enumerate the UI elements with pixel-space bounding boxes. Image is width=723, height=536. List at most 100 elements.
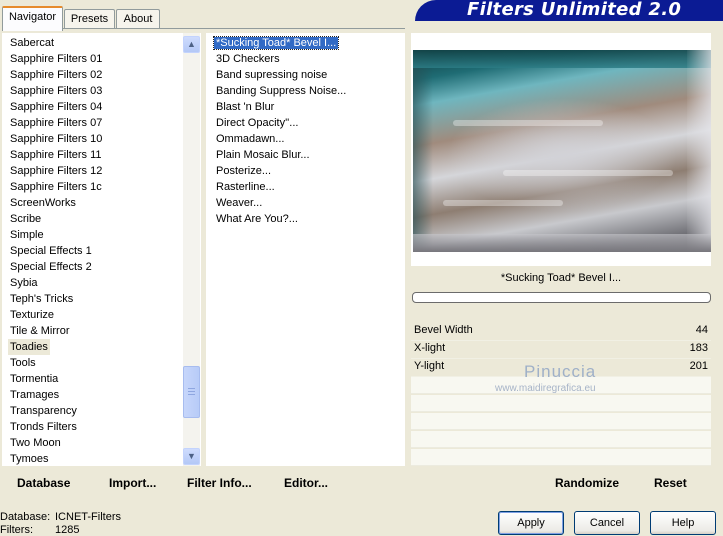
help-button[interactable]: Help bbox=[650, 511, 716, 535]
blur-streak bbox=[443, 200, 563, 206]
randomize-button[interactable]: Randomize bbox=[555, 475, 619, 491]
category-item[interactable]: Simple bbox=[10, 227, 102, 243]
scroll-thumb[interactable] bbox=[183, 366, 200, 418]
param-label: Bevel Width bbox=[414, 324, 473, 336]
filter-item-label: 3D Checkers bbox=[216, 53, 280, 65]
bevel-top bbox=[413, 50, 711, 68]
category-item[interactable]: Toadies bbox=[8, 339, 50, 355]
param-value: 44 bbox=[695, 324, 708, 336]
bevel-right bbox=[687, 50, 711, 252]
status-database-value: ICNET-Filters bbox=[55, 511, 121, 523]
category-item[interactable]: Sybia bbox=[10, 275, 102, 291]
category-item[interactable]: Sapphire Filters 02 bbox=[10, 67, 102, 83]
param-empty-row bbox=[411, 449, 711, 466]
bevel-bottom bbox=[413, 234, 711, 252]
watermark-name: Pinuccia bbox=[524, 362, 597, 381]
param-empty-row bbox=[411, 431, 711, 448]
category-list[interactable]: Sabercat Sapphire Filters 01 Sapphire Filt… bbox=[8, 35, 102, 467]
filter-item-label: Posterize... bbox=[216, 165, 272, 177]
category-item[interactable]: Two Moon bbox=[10, 435, 102, 451]
category-item[interactable]: Sapphire Filters 12 bbox=[10, 163, 102, 179]
category-item[interactable]: Sapphire Filters 04 bbox=[10, 99, 102, 115]
filter-item-label: What Are You?... bbox=[216, 213, 298, 225]
filter-item-label: Blast 'n Blur bbox=[216, 101, 275, 113]
tab-navigator[interactable]: Navigator bbox=[2, 6, 63, 31]
param-label: Y-light bbox=[414, 360, 445, 372]
category-item[interactable]: Sapphire Filters 07 bbox=[10, 115, 102, 131]
category-item[interactable]: Texturize bbox=[10, 307, 102, 323]
grip-line bbox=[188, 394, 195, 395]
filter-info-button[interactable]: Filter Info... bbox=[187, 475, 252, 491]
category-item[interactable]: Tramages bbox=[10, 387, 102, 403]
filter-item[interactable]: Band supressing noise bbox=[216, 67, 346, 83]
filter-item-label: Rasterline... bbox=[216, 181, 275, 193]
param-row[interactable]: X-light 183 bbox=[411, 341, 711, 359]
status-filters-value: 1285 bbox=[55, 524, 80, 536]
watermark-url: www.maidiregrafica.eu bbox=[495, 383, 596, 394]
category-item[interactable]: Tymoes bbox=[10, 451, 102, 467]
apply-button[interactable]: Apply bbox=[498, 511, 564, 535]
filter-item[interactable]: Blast 'n Blur bbox=[216, 99, 346, 115]
database-button[interactable]: Database bbox=[17, 475, 70, 491]
scroll-down-button[interactable]: ▼ bbox=[183, 448, 200, 465]
category-item[interactable]: Sapphire Filters 03 bbox=[10, 83, 102, 99]
filter-item-label: Direct Opacity''... bbox=[216, 117, 299, 129]
category-item[interactable]: Sapphire Filters 1c bbox=[10, 179, 102, 195]
filter-item-label: Band supressing noise bbox=[216, 69, 328, 81]
reset-button[interactable]: Reset bbox=[654, 475, 687, 491]
category-item[interactable]: Special Effects 2 bbox=[10, 259, 102, 275]
bevel-left bbox=[413, 50, 433, 252]
filter-item[interactable]: Ommadawn... bbox=[216, 131, 346, 147]
category-item[interactable]: Special Effects 1 bbox=[10, 243, 102, 259]
cancel-button[interactable]: Cancel bbox=[574, 511, 640, 535]
grip-line bbox=[188, 391, 195, 392]
scroll-up-button[interactable]: ▲ bbox=[183, 36, 200, 53]
category-item[interactable]: Sapphire Filters 11 bbox=[10, 147, 102, 163]
category-item[interactable]: Tronds Filters bbox=[10, 419, 102, 435]
filter-item-label: Weaver... bbox=[216, 197, 263, 209]
category-item[interactable]: Transparency bbox=[10, 403, 102, 419]
filter-item-label: Banding Suppress Noise... bbox=[216, 85, 347, 97]
filter-item[interactable]: *Sucking Toad* Bevel I... bbox=[212, 35, 346, 51]
filter-item[interactable]: Banding Suppress Noise... bbox=[216, 83, 346, 99]
param-value: 201 bbox=[689, 360, 708, 372]
category-item[interactable]: Sapphire Filters 10 bbox=[10, 131, 102, 147]
preview-image bbox=[413, 50, 711, 252]
filter-item-label: *Sucking Toad* Bevel I... bbox=[212, 36, 340, 50]
param-value: 183 bbox=[689, 342, 708, 354]
category-item[interactable]: Tormentia bbox=[10, 371, 102, 387]
category-item[interactable]: Tile & Mirror bbox=[10, 323, 102, 339]
param-empty-row bbox=[411, 395, 711, 412]
filter-list[interactable]: *Sucking Toad* Bevel I... 3D Checkers Band… bbox=[212, 35, 346, 227]
grip-line bbox=[188, 388, 195, 389]
tab-about[interactable]: About bbox=[116, 9, 160, 29]
category-item[interactable]: Scribe bbox=[10, 211, 102, 227]
blur-streak bbox=[453, 120, 603, 126]
param-empty-row bbox=[411, 413, 711, 430]
category-item[interactable]: ScreenWorks bbox=[10, 195, 102, 211]
preview-filter-title: *Sucking Toad* Bevel I... bbox=[500, 272, 622, 284]
editor-button[interactable]: Editor... bbox=[284, 475, 328, 491]
filter-item-label: Ommadawn... bbox=[216, 133, 285, 145]
filter-item[interactable]: Weaver... bbox=[216, 195, 346, 211]
param-row[interactable]: Bevel Width 44 bbox=[411, 323, 711, 341]
category-item[interactable]: Sabercat bbox=[10, 35, 102, 51]
progress-bar bbox=[412, 292, 711, 303]
filter-item[interactable]: 3D Checkers bbox=[216, 51, 346, 67]
filter-item[interactable]: Posterize... bbox=[216, 163, 346, 179]
status-filters-label: Filters: bbox=[0, 524, 33, 536]
blur-streak bbox=[503, 170, 673, 176]
filter-item[interactable]: Plain Mosaic Blur... bbox=[216, 147, 346, 163]
import-button[interactable]: Import... bbox=[109, 475, 156, 491]
category-item[interactable]: Tools bbox=[10, 355, 102, 371]
filter-item[interactable]: Rasterline... bbox=[216, 179, 346, 195]
app-title: Filters Unlimited 2.0 bbox=[467, 0, 682, 20]
category-item[interactable]: Sapphire Filters 01 bbox=[10, 51, 102, 67]
param-label: X-light bbox=[414, 342, 446, 354]
filter-item[interactable]: What Are You?... bbox=[216, 211, 346, 227]
category-item[interactable]: Teph's Tricks bbox=[10, 291, 102, 307]
filter-item[interactable]: Direct Opacity''... bbox=[216, 115, 346, 131]
tab-presets[interactable]: Presets bbox=[64, 9, 115, 29]
status-database-label: Database: bbox=[0, 511, 51, 523]
category-scrollbar[interactable]: ▲ ▼ bbox=[183, 33, 200, 466]
